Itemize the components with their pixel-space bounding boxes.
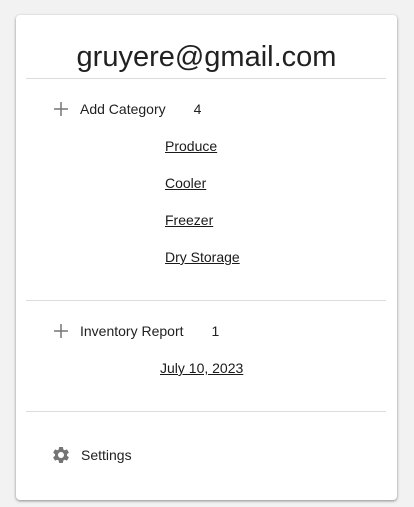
- category-count: 4: [193, 101, 202, 117]
- divider: [26, 411, 386, 412]
- inventory-report-count: 1: [211, 323, 220, 339]
- inventory-report-label: Inventory Report: [80, 323, 184, 339]
- inventory-report-button[interactable]: Inventory Report 1: [52, 319, 219, 343]
- category-link-dry-storage[interactable]: Dry Storage: [165, 248, 240, 266]
- account-email: gruyere@gmail.com: [76, 41, 337, 73]
- plus-icon: [52, 100, 70, 118]
- divider: [26, 78, 386, 79]
- gear-icon: [51, 445, 71, 465]
- add-category-label: Add Category: [80, 101, 166, 117]
- divider: [26, 300, 386, 301]
- add-category-button[interactable]: Add Category 4: [52, 97, 201, 121]
- category-link-freezer[interactable]: Freezer: [165, 211, 213, 229]
- settings-label: Settings: [81, 447, 132, 463]
- inventory-report-link[interactable]: July 10, 2023: [160, 359, 243, 377]
- category-link-produce[interactable]: Produce: [165, 137, 217, 155]
- category-link-cooler[interactable]: Cooler: [165, 174, 206, 192]
- settings-button[interactable]: Settings: [51, 445, 132, 465]
- plus-icon: [52, 322, 70, 340]
- account-panel: gruyere@gmail.com Add Category 4 Produce…: [16, 15, 397, 500]
